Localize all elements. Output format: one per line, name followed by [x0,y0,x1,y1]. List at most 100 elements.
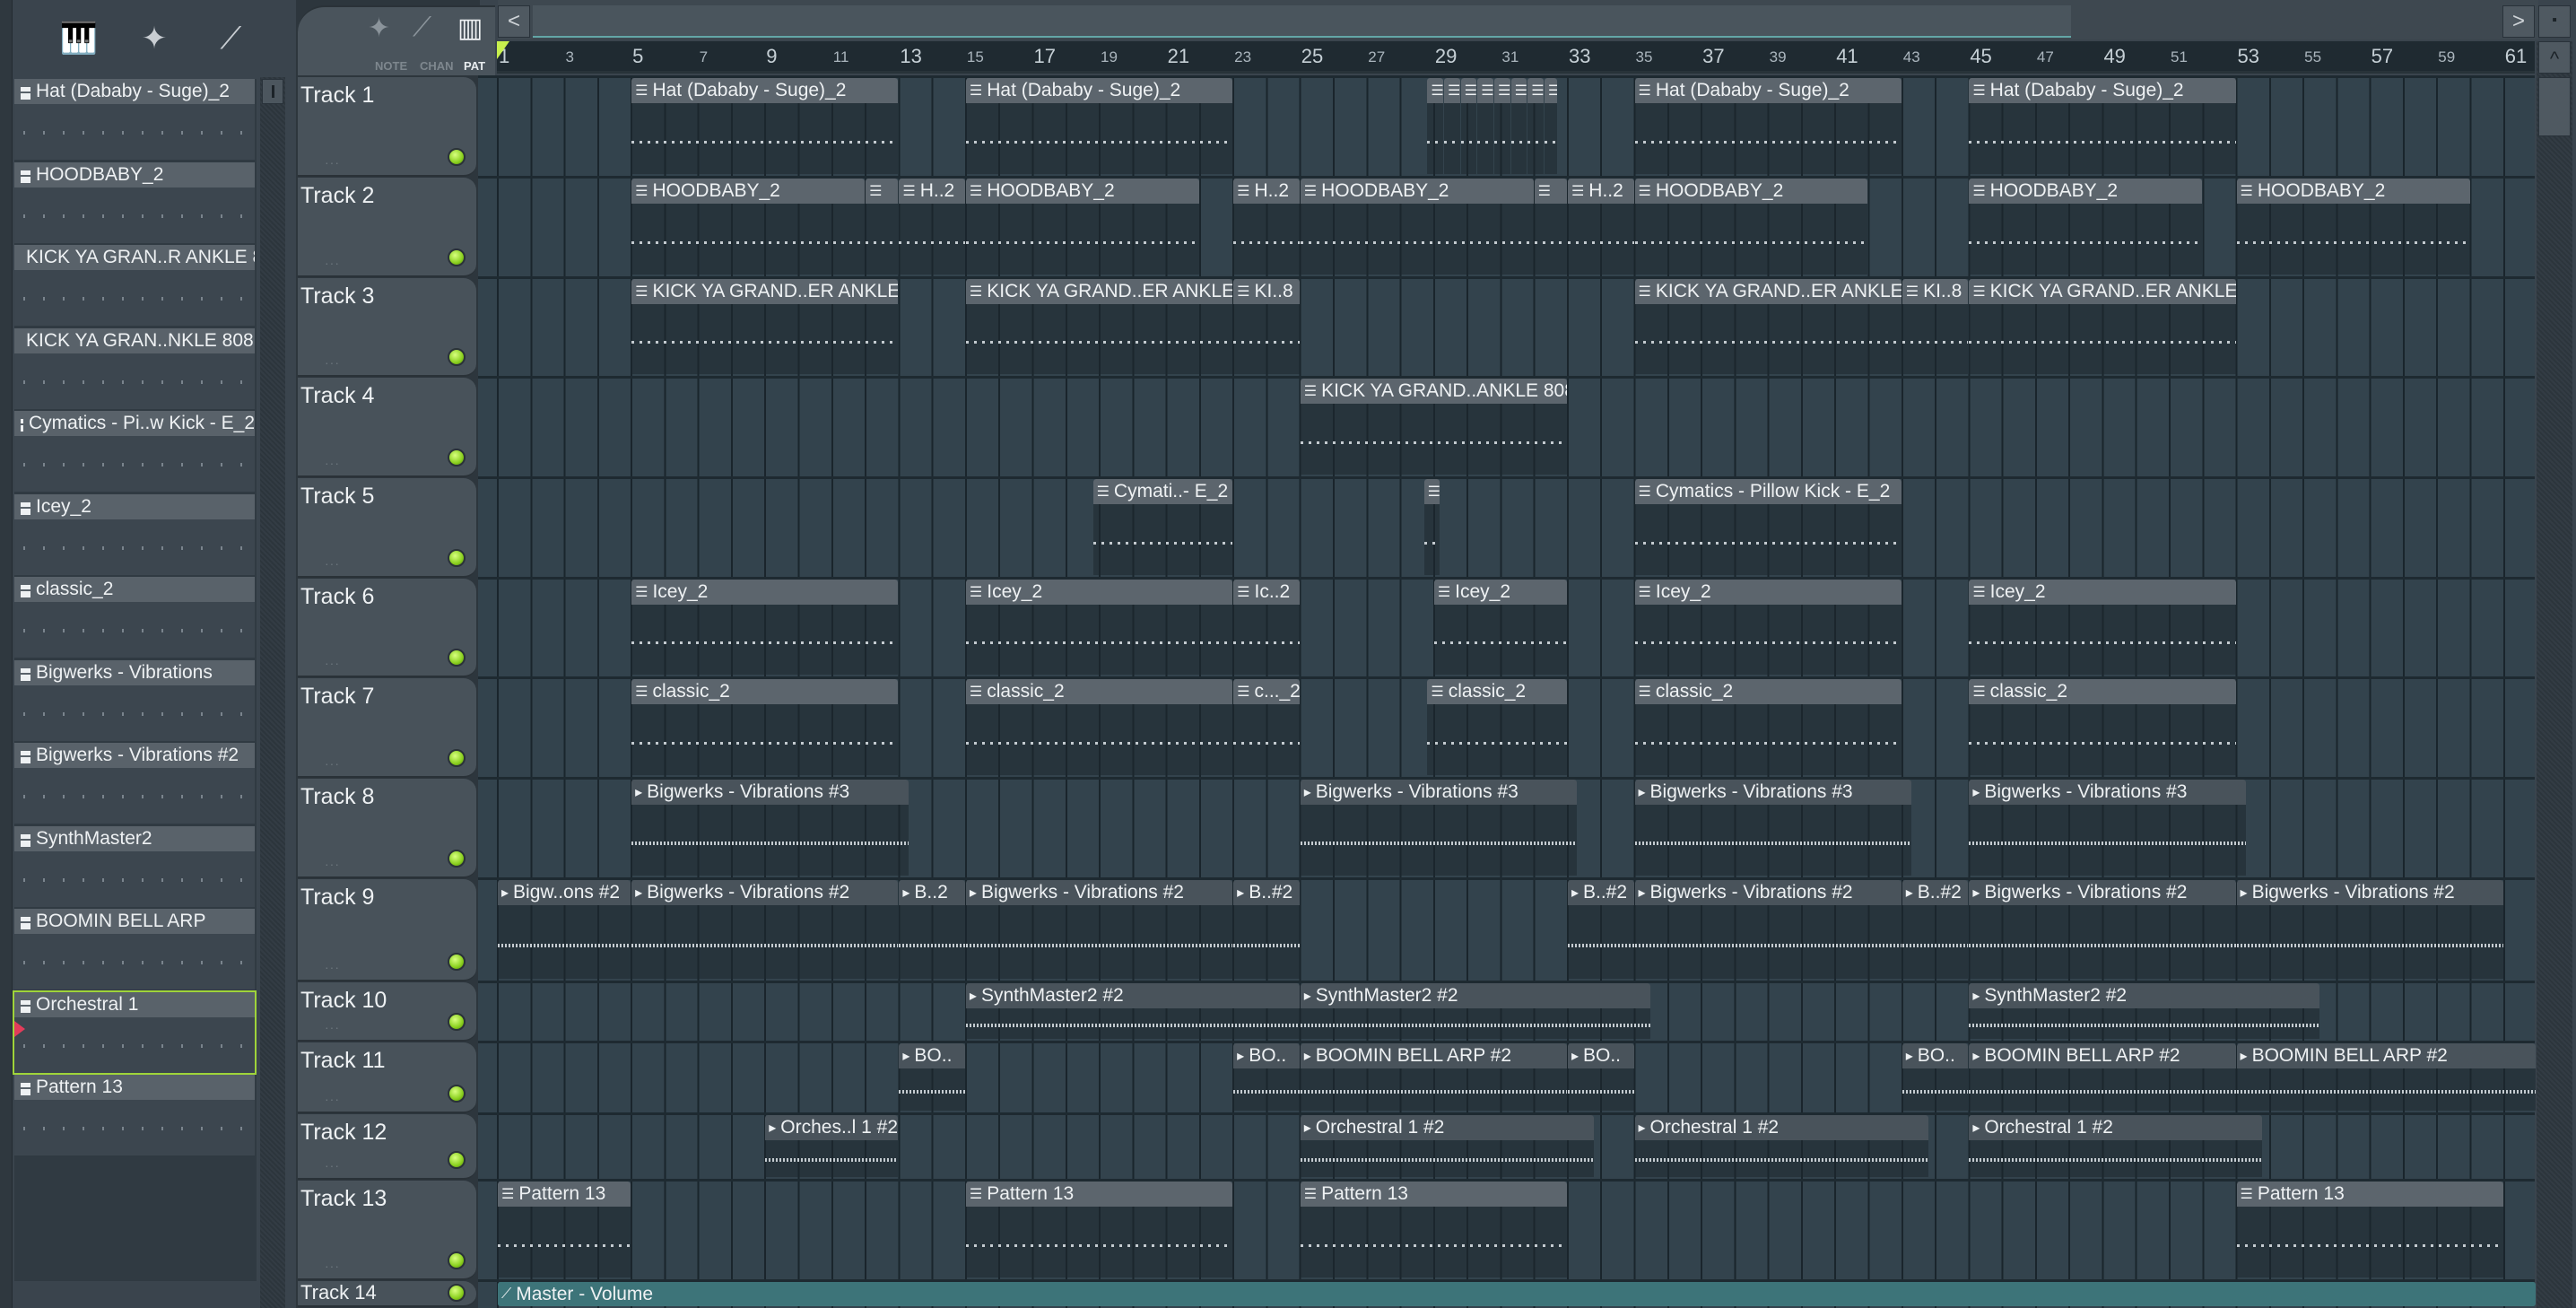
pattern-clip[interactable]: ☰ HOODBABY_2 [631,179,866,276]
pattern-clip[interactable]: ☰ Cymatics - Pillow Kick - E_2 [1634,479,1902,577]
track-enable-led[interactable] [448,348,466,366]
track-header[interactable]: Track 8 ··· [298,779,476,878]
timeline-ruler[interactable]: 1 3 5 7 9 11 13 15 17 19 21 23 25 27 29 31 33 35 37 39 41 43 4… [497,41,2535,74]
track-header[interactable]: Track 2 ··· [298,178,476,277]
vertical-scroll-thumb[interactable] [2538,77,2571,136]
track-header[interactable]: Track 4 ··· [298,378,476,477]
pattern-clip[interactable]: ☰KICK YA GRAND..ER ANKLE 808 [1634,279,1902,376]
pattern-clip[interactable]: ☰ Pattern 13 [1300,1182,1567,1279]
automation-clip[interactable]: ⟋ Master - Volume [498,1282,2536,1306]
pattern-item[interactable]: Cymatics - Pi..w Kick - E_2 [14,411,255,492]
mode-pat[interactable]: PAT [464,59,485,73]
track-header[interactable]: Track 14 [298,1281,476,1307]
pattern-clip[interactable]: ☰ Hat (Dababy - Suge)_2 [1634,78,1902,176]
track-header[interactable]: Track 10 ··· [298,982,476,1042]
audio-clip[interactable]: ▸ Orches..l 1 #2 [765,1115,899,1179]
track-header[interactable]: Track 1 ··· [298,77,476,177]
track-header[interactable]: Track 6 ··· [298,579,476,677]
audio-clip[interactable]: ▸ BOOMIN BELL ARP #2 [2236,1043,2536,1112]
pattern-clip[interactable]: ☰ [1444,78,1460,176]
audio-clip[interactable]: ▸ BO.. [1233,1043,1300,1112]
options-button[interactable]: ▪ [2538,5,2571,38]
track-enable-led[interactable] [448,649,466,667]
pattern-clip[interactable]: ☰ Icey_2 [1634,580,1902,676]
pattern-clip[interactable]: ☰ Hat (Dababy - Suge)_2 [965,78,1233,176]
pattern-clip[interactable]: ☰ H..2 [1233,179,1300,276]
track-header[interactable]: Track 12 ··· [298,1114,476,1180]
song-position-marker[interactable] [497,41,509,59]
pattern-clip[interactable]: ☰ [1477,78,1493,176]
track-menu-dots-icon[interactable]: ··· [325,656,340,670]
audio-clip[interactable]: ▸ SynthMaster2 #2 [965,983,1300,1041]
track-enable-led[interactable] [448,1013,466,1031]
pattern-clip[interactable]: ☰ [1510,78,1527,176]
track-header[interactable]: Track 9 ··· [298,879,476,981]
pattern-list-scroll-thumb[interactable] [262,79,283,104]
track-enable-led[interactable] [448,953,466,971]
pattern-clip[interactable]: ☰ c..._2 [1233,679,1300,777]
pattern-clip[interactable]: ☰ HOODBABY_2 [1300,179,1534,276]
pattern-clip[interactable]: ☰ classic_2 [965,679,1233,777]
piano-roll-icon[interactable]: 🎹 [60,21,98,57]
pattern-item[interactable]: Pattern 13 [14,1075,255,1155]
track-menu-dots-icon[interactable]: ··· [325,1092,340,1106]
pattern-item[interactable]: Icey_2 [14,493,255,575]
track-menu-dots-icon[interactable]: ··· [325,756,340,771]
track-enable-led[interactable] [448,749,466,767]
audio-clip[interactable]: ▸ Bigwerks - Vibrations #2 [1634,880,1902,981]
audio-clip[interactable]: ▸ SynthMaster2 #2 [1969,983,2319,1041]
track-enable-led[interactable] [448,1085,466,1103]
audio-clip[interactable]: ▸ Orchestral 1 #2 [1969,1115,2263,1179]
track-header[interactable]: Track 3 ··· [298,278,476,377]
track-enable-led[interactable] [448,249,466,266]
pattern-clip[interactable]: ☰ Hat (Dababy - Suge)_2 [1969,78,2236,176]
audio-clip[interactable]: ▸ BO.. [1567,1043,1634,1112]
track-menu-dots-icon[interactable]: ··· [325,1158,340,1173]
track-enable-led[interactable] [448,1251,466,1269]
pattern-clip[interactable]: ☰ Ic..2 [1233,580,1300,676]
pattern-clip[interactable]: ☰ classic_2 [1427,679,1567,777]
pattern-clip[interactable]: ☰ Cymati..- E_2 [1092,479,1233,577]
pattern-item[interactable]: KICK YA GRAN..NKLE 808 #2 [14,327,255,409]
pattern-clip[interactable]: ☰ Icey_2 [965,580,1233,676]
audio-clip[interactable]: ▸ Orchestral 1 #2 [1300,1115,1594,1179]
pattern-clip[interactable]: ☰ H..2 [899,179,965,276]
pattern-clip[interactable]: ☰ [1534,179,1567,276]
pattern-list-scrollbar[interactable] [260,77,285,1308]
pattern-clip[interactable]: ☰ Pattern 13 [965,1182,1233,1279]
track-menu-dots-icon[interactable]: ··· [325,960,340,974]
pattern-clip[interactable]: ☰ HOODBABY_2 [1634,179,1868,276]
pattern-clip[interactable]: ☰ [1544,78,1557,176]
pattern-clip[interactable]: ☰KICK YA GRAND..ANKLE 808 #2 [1300,379,1567,476]
scroll-up-button[interactable]: ^ [2538,41,2571,74]
audio-clip[interactable]: ▸ Bigwerks - Vibrations #2 [2236,880,2503,981]
vertical-scrollbar[interactable] [2537,41,2572,1308]
pattern-clip[interactable]: ☰ [1423,479,1440,577]
audio-clip[interactable]: ▸ B..#2 [1567,880,1634,981]
audio-clip[interactable]: ▸ Bigwerks - Vibrations #3 [1300,780,1578,877]
pattern-item[interactable]: Bigwerks - Vibrations [14,659,255,741]
pattern-clip[interactable]: ☰ classic_2 [631,679,899,777]
audio-clip[interactable]: ▸ Orchestral 1 #2 [1634,1115,1928,1179]
track-menu-dots-icon[interactable]: ··· [325,556,340,571]
mode-chan[interactable]: CHAN [420,59,454,73]
pattern-clip[interactable]: ☰ H..2 [1567,179,1634,276]
pattern-item[interactable]: Orchestral 1 [13,990,257,1075]
track-enable-led[interactable] [448,449,466,467]
pattern-clip[interactable]: ☰KICK YA GRAND..ER ANKLE 808 [1969,279,2236,376]
track-enable-led[interactable] [448,850,466,868]
pattern-clip[interactable]: ☰ classic_2 [1634,679,1902,777]
track-enable-led[interactable] [448,1284,466,1302]
audio-clip[interactable]: ▸ B..#2 [1233,880,1300,981]
pattern-clip[interactable]: ☰ KI..8 [1233,279,1300,376]
pattern-clip[interactable]: ☰ Icey_2 [631,580,899,676]
pattern-clip[interactable]: ☰ Icey_2 [1433,580,1567,676]
pattern-item[interactable]: SynthMaster2 [14,825,255,907]
pattern-item[interactable]: HOODBABY_2 [14,161,255,243]
track-menu-dots-icon[interactable]: ··· [325,456,340,470]
track-header[interactable]: Track 5 ··· [298,478,476,578]
pattern-clip[interactable]: ☰ Pattern 13 [2236,1182,2503,1279]
track-menu-dots-icon[interactable]: ··· [325,355,340,370]
track-menu-dots-icon[interactable]: ··· [325,1259,340,1273]
audio-clip[interactable]: ▸ B..2 [899,880,965,981]
